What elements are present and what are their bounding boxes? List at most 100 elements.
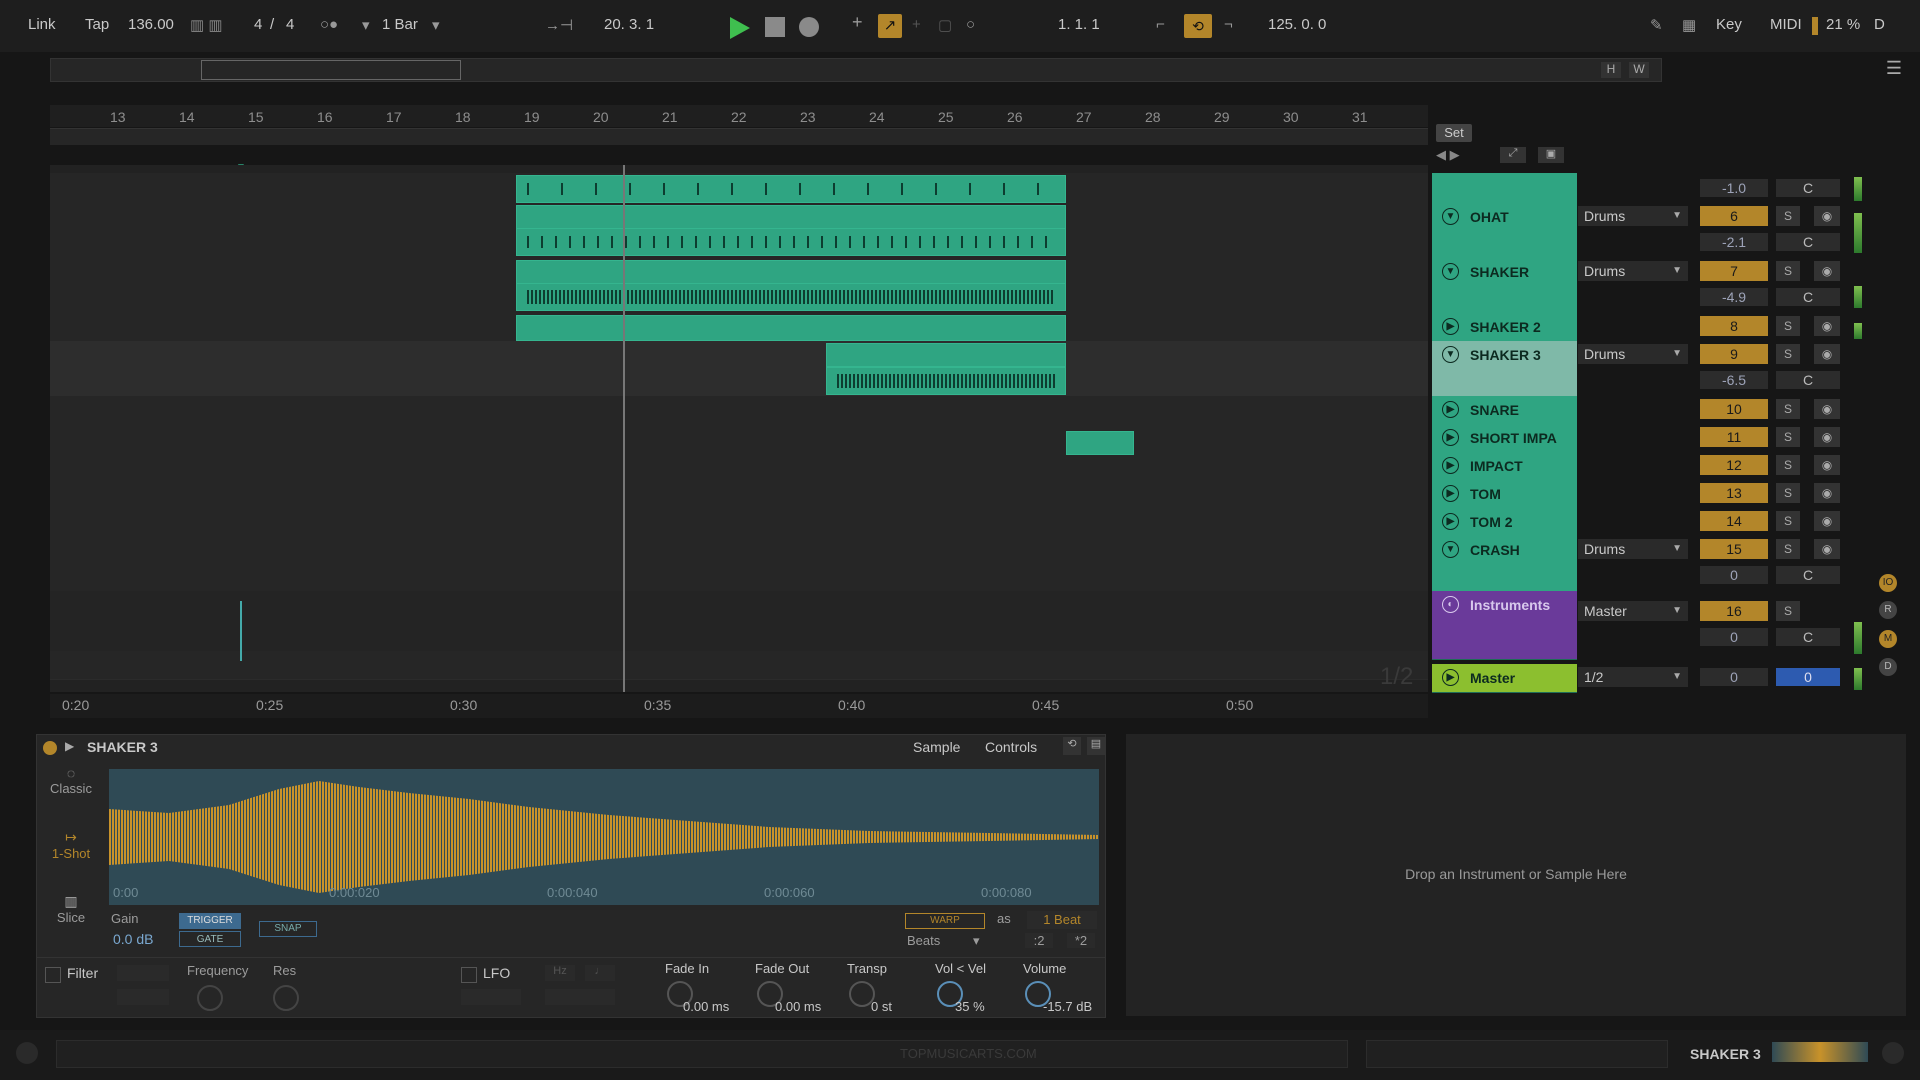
tap-button[interactable]: Tap <box>85 16 109 33</box>
time-ruler[interactable]: 0:20 0:25 0:30 0:35 0:40 0:45 0:50 <box>50 694 1428 718</box>
chevron-down-icon[interactable]: ▾ <box>362 16 370 34</box>
bar-ruler[interactable]: 13 14 15 16 17 18 19 20 21 22 23 24 25 2… <box>50 105 1428 127</box>
track-lane[interactable] <box>50 396 1428 425</box>
punch-in-icon[interactable]: ⌐ <box>1156 16 1165 33</box>
cue-output-select[interactable]: 1/2 <box>1578 667 1688 687</box>
sample-waveform[interactable]: 0:00 0:00:020 0:00:040 0:00:060 0:00:080 <box>109 769 1099 905</box>
solo-button[interactable]: S <box>1776 539 1800 559</box>
nav-arrows-icon[interactable]: ◀ ▶ <box>1436 147 1460 163</box>
overview-toggle-icon[interactable] <box>16 1042 38 1064</box>
pan-field[interactable]: C <box>1776 288 1840 306</box>
track-number-button[interactable]: 15 <box>1700 539 1768 559</box>
track-header-short-impa[interactable]: ▶ SHORT IMPA <box>1432 424 1577 453</box>
loop-record-icon[interactable]: ○ <box>966 16 975 33</box>
volume-field[interactable]: -1.0 <box>1700 179 1768 197</box>
fold-icon[interactable]: ◐ <box>1442 596 1459 613</box>
tempo-field[interactable]: 136.00 <box>128 16 174 33</box>
filter-slope-select[interactable] <box>117 989 169 1005</box>
h-button[interactable]: H <box>1601 62 1621 78</box>
mixer-toggle-icon[interactable]: M <box>1879 630 1897 648</box>
arrangement-overview[interactable]: H W <box>50 58 1662 82</box>
fold-icon[interactable]: ▼ <box>1442 263 1459 280</box>
arm-button[interactable]: ◉ <box>1814 427 1840 447</box>
volume-field[interactable]: 0 <box>1700 628 1768 646</box>
nudge-icon[interactable]: ▥ ▥ <box>190 16 223 34</box>
detail-toggle-icon[interactable] <box>1882 1042 1904 1064</box>
track-number-button[interactable]: 13 <box>1700 483 1768 503</box>
follow-icon[interactable]: →⊣ <box>545 16 573 34</box>
solo-button[interactable]: S <box>1776 483 1800 503</box>
fold-icon[interactable]: ▶ <box>1442 669 1459 686</box>
filter-type-select[interactable] <box>117 965 169 981</box>
mode-slice-button[interactable]: ▥ Slice <box>43 893 99 947</box>
track-header-tom-2[interactable]: ▶ TOM 2 <box>1432 508 1577 537</box>
track-lane[interactable] <box>50 424 1428 453</box>
solo-button[interactable]: S <box>1776 601 1800 621</box>
audio-clip[interactable] <box>1066 431 1134 455</box>
frequency-knob[interactable] <box>197 985 223 1011</box>
lock-icon[interactable]: ▣ <box>1538 147 1564 163</box>
keyboard-icon[interactable]: ▦ <box>1682 16 1696 34</box>
input-select[interactable]: Drums <box>1578 344 1688 364</box>
volume-field[interactable]: 0 <box>1700 566 1768 584</box>
stop-icon[interactable] <box>765 17 785 37</box>
fold-icon[interactable]: ▶ <box>1442 457 1459 474</box>
fold-icon[interactable]: ▶ <box>1442 401 1459 418</box>
key-map-button[interactable]: Key <box>1716 16 1742 33</box>
lfo-shape-select[interactable] <box>461 989 521 1005</box>
fold-icon[interactable]: ▶ <box>1442 485 1459 502</box>
arm-button[interactable]: ◉ <box>1814 399 1840 419</box>
arm-button[interactable]: ◉ <box>1814 483 1840 503</box>
solo-button[interactable]: S <box>1776 261 1800 281</box>
warp-button[interactable]: WARP <box>905 913 985 929</box>
warp-mode-select[interactable]: Beats <box>907 933 940 948</box>
track-header[interactable] <box>1432 173 1577 204</box>
audio-clip[interactable] <box>516 283 1066 311</box>
track-header-impact[interactable]: ▶ IMPACT <box>1432 452 1577 481</box>
loop-start-field[interactable]: 1. 1. 1 <box>1058 16 1100 33</box>
solo-button[interactable]: S <box>1776 455 1800 475</box>
menu-icon[interactable]: ☰ <box>1882 58 1906 82</box>
track-lane[interactable] <box>50 452 1428 481</box>
set-button[interactable]: Set <box>1436 124 1472 142</box>
double-tempo-button[interactable]: *2 <box>1067 933 1095 948</box>
arm-button[interactable]: ◉ <box>1814 316 1840 336</box>
pan-field[interactable]: C <box>1776 233 1840 251</box>
mode-oneshot-button[interactable]: ↦ 1-Shot <box>43 829 99 883</box>
pan-field[interactable]: C <box>1776 566 1840 584</box>
lfo-rate-field[interactable] <box>545 989 615 1005</box>
playhead[interactable] <box>623 165 625 692</box>
device-drop-zone[interactable]: Drop an Instrument or Sample Here <box>1126 734 1906 1016</box>
chevron-down-icon[interactable]: ▾ <box>973 933 980 949</box>
capture-icon[interactable]: ▢ <box>938 16 952 34</box>
sig-numerator[interactable]: 4 <box>254 16 262 33</box>
volume-field[interactable]: -2.1 <box>1700 233 1768 251</box>
track-number-button[interactable]: 14 <box>1700 511 1768 531</box>
solo-button[interactable]: S <box>1776 206 1800 226</box>
add-icon[interactable]: + <box>852 12 863 33</box>
quantize-select[interactable]: 1 Bar <box>382 16 418 33</box>
solo-button[interactable]: S <box>1776 511 1800 531</box>
record-icon[interactable] <box>799 17 819 37</box>
pan-field[interactable]: C <box>1776 179 1840 197</box>
loop-brace-strip[interactable] <box>50 128 1428 145</box>
track-header-shaker[interactable]: ▼ SHAKER <box>1432 258 1577 314</box>
audio-clip[interactable] <box>516 228 1066 256</box>
tab-controls[interactable]: Controls <box>985 739 1037 755</box>
loop-length-field[interactable]: 125. 0. 0 <box>1268 16 1326 33</box>
loop-switch-icon[interactable]: ⟲ <box>1184 14 1212 38</box>
fold-icon[interactable]: ▼ <box>1442 541 1459 558</box>
track-number-button[interactable]: 16 <box>1700 601 1768 621</box>
draw-mode-icon[interactable]: ✎ <box>1650 16 1663 34</box>
input-select[interactable]: Drums <box>1578 261 1688 281</box>
track-header-tom[interactable]: ▶ TOM <box>1432 480 1577 509</box>
automation-arm-icon[interactable]: ↗ <box>878 14 902 38</box>
filter-toggle[interactable] <box>45 967 61 983</box>
audio-clip[interactable] <box>516 260 1066 284</box>
automation-line[interactable] <box>240 601 242 661</box>
delay-toggle-icon[interactable]: D <box>1879 658 1897 676</box>
returns-toggle-icon[interactable]: R <box>1879 601 1897 619</box>
audio-clip[interactable] <box>516 175 1066 203</box>
track-number-button[interactable]: 7 <box>1700 261 1768 281</box>
track-lane[interactable] <box>50 508 1428 537</box>
